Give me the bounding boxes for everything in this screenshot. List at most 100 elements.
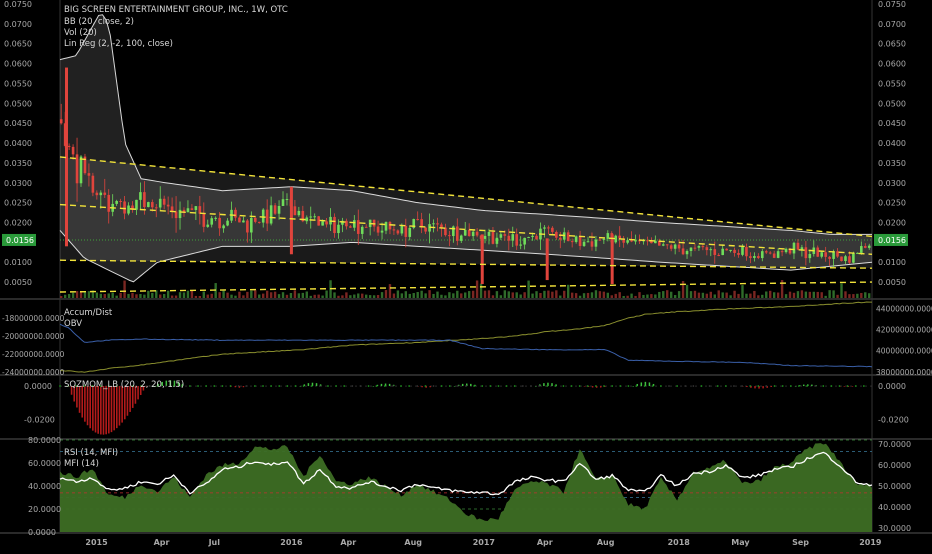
mfi-tick-left: 40.0000	[28, 482, 61, 491]
sqz-dot	[473, 385, 476, 387]
volume-bar	[547, 290, 550, 298]
volume-bar	[368, 295, 372, 298]
candle-body	[277, 206, 281, 214]
volume-bar	[765, 291, 768, 298]
volume-bar	[551, 291, 554, 298]
volume-bar	[242, 295, 245, 298]
candle-body	[566, 232, 570, 242]
mfi-tick-left: 60.0000	[28, 459, 61, 468]
candle-body	[151, 202, 154, 208]
candle-body	[87, 173, 91, 176]
volume-bar	[840, 283, 843, 298]
sqz-dot	[237, 385, 240, 387]
candle-body	[598, 239, 602, 241]
volume-bar	[578, 295, 582, 298]
candle-body	[646, 240, 649, 242]
candle-body	[206, 224, 210, 227]
candle-body	[503, 234, 507, 236]
volume-bar	[202, 291, 205, 298]
sqz-bar	[591, 386, 594, 388]
accum-tick-left: -20000000.0000	[2, 332, 65, 341]
candle-body	[848, 256, 851, 263]
candle-body	[820, 252, 824, 257]
candle-body	[440, 224, 443, 228]
volume-bar	[503, 290, 507, 298]
sqz-dot	[692, 385, 695, 387]
sqz-dot	[253, 385, 256, 387]
volume-bar	[602, 291, 606, 298]
volume-bar	[246, 291, 249, 298]
volume-bar	[860, 292, 863, 298]
sqz-dot	[708, 385, 711, 387]
volume-bar	[151, 292, 154, 298]
volume-bar	[515, 292, 518, 298]
sqz-bar	[811, 384, 813, 387]
candle-body	[693, 247, 697, 249]
candle-body	[273, 205, 277, 214]
volume-bar	[832, 290, 835, 298]
candle-body	[135, 199, 138, 210]
sqz-bar	[535, 386, 537, 387]
volume-bar	[71, 292, 75, 298]
volume-bar	[111, 292, 114, 298]
sqz-bar	[583, 386, 586, 387]
volume-bar	[701, 292, 705, 298]
legend-mfi: MFI (14)	[64, 459, 99, 469]
candle-body	[717, 254, 721, 256]
volume-bar	[610, 295, 613, 298]
accum-tick-left: -18000000.0000	[2, 314, 65, 323]
candle-body	[669, 245, 673, 249]
price-tick-left: 0.0650	[4, 40, 32, 49]
sqz-dot	[798, 385, 800, 387]
volume-bar	[769, 290, 772, 298]
candle-body	[166, 204, 170, 207]
volume-bar	[166, 290, 170, 298]
candle-body	[463, 229, 467, 236]
candle-body	[356, 220, 360, 234]
sqz-dot	[505, 385, 508, 387]
volume-bar	[392, 293, 396, 298]
sqz-dot	[448, 385, 451, 387]
volume-bar	[626, 295, 629, 298]
candle-body	[836, 251, 839, 257]
volume-bar	[753, 290, 756, 298]
volume-bar	[178, 292, 182, 298]
volume-bar	[757, 295, 760, 298]
candle-body	[749, 256, 752, 258]
sqz-dot	[375, 385, 378, 387]
sqz-dot	[643, 385, 646, 387]
volume-bar	[170, 295, 174, 298]
candle-body	[519, 244, 522, 246]
candle-body	[242, 220, 245, 223]
sqz-bar	[746, 386, 748, 388]
candle-body	[535, 235, 538, 240]
volume-bar	[345, 292, 348, 298]
candle-body	[467, 229, 471, 237]
candle-body	[281, 199, 285, 207]
volume-bar	[285, 294, 289, 298]
candle-body	[376, 226, 380, 233]
obv-tick-right: 42000000.0000	[876, 326, 932, 335]
volume-bar	[357, 293, 360, 298]
candle-body	[689, 247, 693, 252]
volume-bar	[543, 290, 546, 298]
volume-bar	[353, 294, 356, 298]
sqz-dot	[294, 385, 297, 387]
volume-bar	[852, 294, 855, 298]
price-tick-right: 0.0600	[878, 60, 906, 69]
candle-body	[860, 246, 863, 253]
volume-bar	[277, 294, 281, 298]
sqz-dot	[789, 385, 792, 387]
volume-bar	[262, 293, 265, 298]
candle-body	[325, 221, 328, 225]
sqz-dot	[554, 385, 557, 387]
volume-bar	[182, 292, 186, 298]
sqz-bar	[315, 383, 318, 387]
volume-bar	[103, 294, 106, 298]
price-tick-right: 0.0400	[878, 139, 906, 148]
candle-body	[380, 230, 384, 233]
candle-body	[349, 226, 352, 228]
volume-bar	[250, 290, 253, 298]
volume-bar	[776, 292, 780, 298]
sqz-dot	[659, 385, 662, 387]
